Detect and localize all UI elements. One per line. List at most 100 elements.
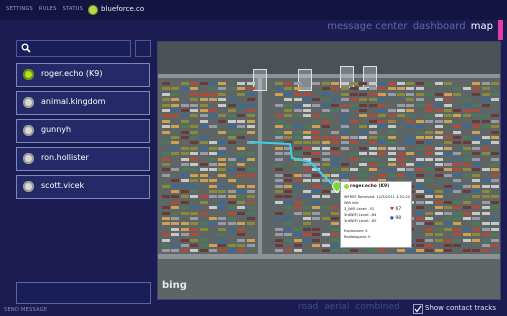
shipping-container — [425, 157, 434, 161]
shipping-container — [462, 211, 471, 215]
shipping-container — [190, 146, 199, 150]
shipping-container — [387, 168, 396, 172]
shipping-container — [481, 136, 490, 139]
shipping-container — [425, 227, 434, 231]
shipping-container — [425, 114, 434, 118]
popup-line: 3rdWIFI Level: -64 — [344, 213, 377, 217]
shipping-container — [434, 168, 443, 172]
view-combined[interactable]: combined — [355, 302, 399, 312]
shipping-container — [415, 184, 424, 188]
shipping-container — [171, 206, 180, 210]
shipping-container — [453, 163, 462, 166]
shipping-container — [453, 168, 462, 172]
shipping-container — [246, 82, 255, 85]
popup-line: WFREE Received: 12/3/2011 3:51:20 — [344, 195, 410, 199]
shipping-container — [472, 141, 481, 145]
nav-dashboard[interactable]: dashboard — [413, 21, 466, 32]
brand-name[interactable]: blueforce.co — [101, 5, 144, 13]
search-input[interactable] — [16, 40, 131, 57]
shipping-container — [274, 125, 283, 129]
shipping-container — [171, 190, 180, 193]
shipping-container — [340, 109, 349, 112]
shipping-container — [472, 184, 481, 188]
shipping-container — [444, 98, 452, 102]
shipping-container — [453, 227, 462, 231]
show-tracks-checkbox[interactable] — [413, 304, 423, 314]
shipping-container — [453, 157, 462, 161]
droplet-icon: ● — [390, 216, 394, 221]
menu-settings[interactable]: SETTINGS — [6, 6, 33, 12]
shipping-container — [491, 195, 499, 199]
app-window: SETTINGS RULES STATUS blueforce.co messa… — [0, 0, 507, 316]
shipping-container — [472, 92, 481, 96]
shipping-container — [218, 200, 227, 204]
menu-rules[interactable]: RULES — [39, 6, 57, 12]
shipping-container — [162, 244, 170, 247]
shipping-container — [425, 222, 434, 226]
shipping-container — [472, 238, 481, 242]
shipping-container — [246, 130, 255, 134]
shipping-container — [415, 206, 424, 210]
nav-map[interactable]: map — [471, 21, 493, 32]
shipping-container — [293, 130, 302, 134]
nav-message-center[interactable]: message center — [327, 21, 407, 32]
menu-status[interactable]: STATUS — [63, 6, 84, 12]
view-aerial[interactable]: aerial — [324, 302, 349, 312]
shipping-container — [387, 157, 396, 161]
shipping-container — [190, 249, 199, 253]
shipping-container — [331, 222, 340, 226]
shipping-container — [434, 136, 443, 139]
shipping-container — [303, 238, 311, 242]
shipping-container — [274, 233, 283, 237]
shipping-container — [425, 136, 434, 139]
shipping-container — [209, 87, 217, 91]
shipping-container — [209, 206, 217, 210]
shipping-container — [190, 227, 199, 231]
shipping-container — [246, 125, 255, 129]
shipping-container — [434, 125, 443, 129]
shipping-container — [462, 109, 471, 112]
shipping-container — [462, 206, 471, 210]
shipping-container — [190, 217, 199, 220]
shipping-container — [397, 157, 405, 161]
shipping-container — [491, 92, 499, 96]
contact-item[interactable]: scott.vicek — [16, 175, 150, 199]
shipping-container — [444, 173, 452, 177]
contact-item[interactable]: gunnyh — [16, 119, 150, 143]
shipping-container — [199, 195, 208, 199]
shipping-container — [444, 211, 452, 215]
shipping-container — [350, 119, 358, 123]
shipping-container — [162, 130, 170, 134]
shipping-container — [199, 222, 208, 226]
shipping-container — [303, 98, 311, 102]
shipping-container — [434, 200, 443, 204]
shipping-container — [481, 249, 490, 253]
shipping-container — [180, 152, 189, 156]
shipping-container — [368, 136, 377, 139]
send-message-button[interactable]: SEND MESSAGE — [4, 307, 47, 313]
shipping-container — [171, 179, 180, 183]
shipping-container — [199, 200, 208, 204]
shipping-container — [368, 82, 377, 85]
shipping-container — [340, 87, 349, 91]
shipping-container — [444, 136, 452, 139]
shipping-container — [434, 109, 443, 112]
search-button[interactable] — [135, 40, 151, 57]
contact-item[interactable]: animal.kingdom — [16, 91, 150, 115]
shipping-container — [303, 92, 311, 96]
shipping-container — [284, 222, 293, 226]
contact-item[interactable]: roger.echo (K9) — [16, 63, 150, 87]
message-input[interactable] — [16, 282, 151, 304]
shipping-container — [180, 103, 189, 107]
shipping-container — [444, 119, 452, 123]
contact-item[interactable]: ron.hollister — [16, 147, 150, 171]
shipping-container — [491, 136, 499, 139]
shipping-container — [199, 249, 208, 253]
shipping-container — [180, 179, 189, 183]
view-road[interactable]: road — [298, 302, 318, 312]
shipping-container — [472, 168, 481, 172]
shipping-container — [415, 130, 424, 134]
shipping-container — [462, 125, 471, 129]
shipping-container — [434, 222, 443, 226]
shipping-container — [293, 238, 302, 242]
